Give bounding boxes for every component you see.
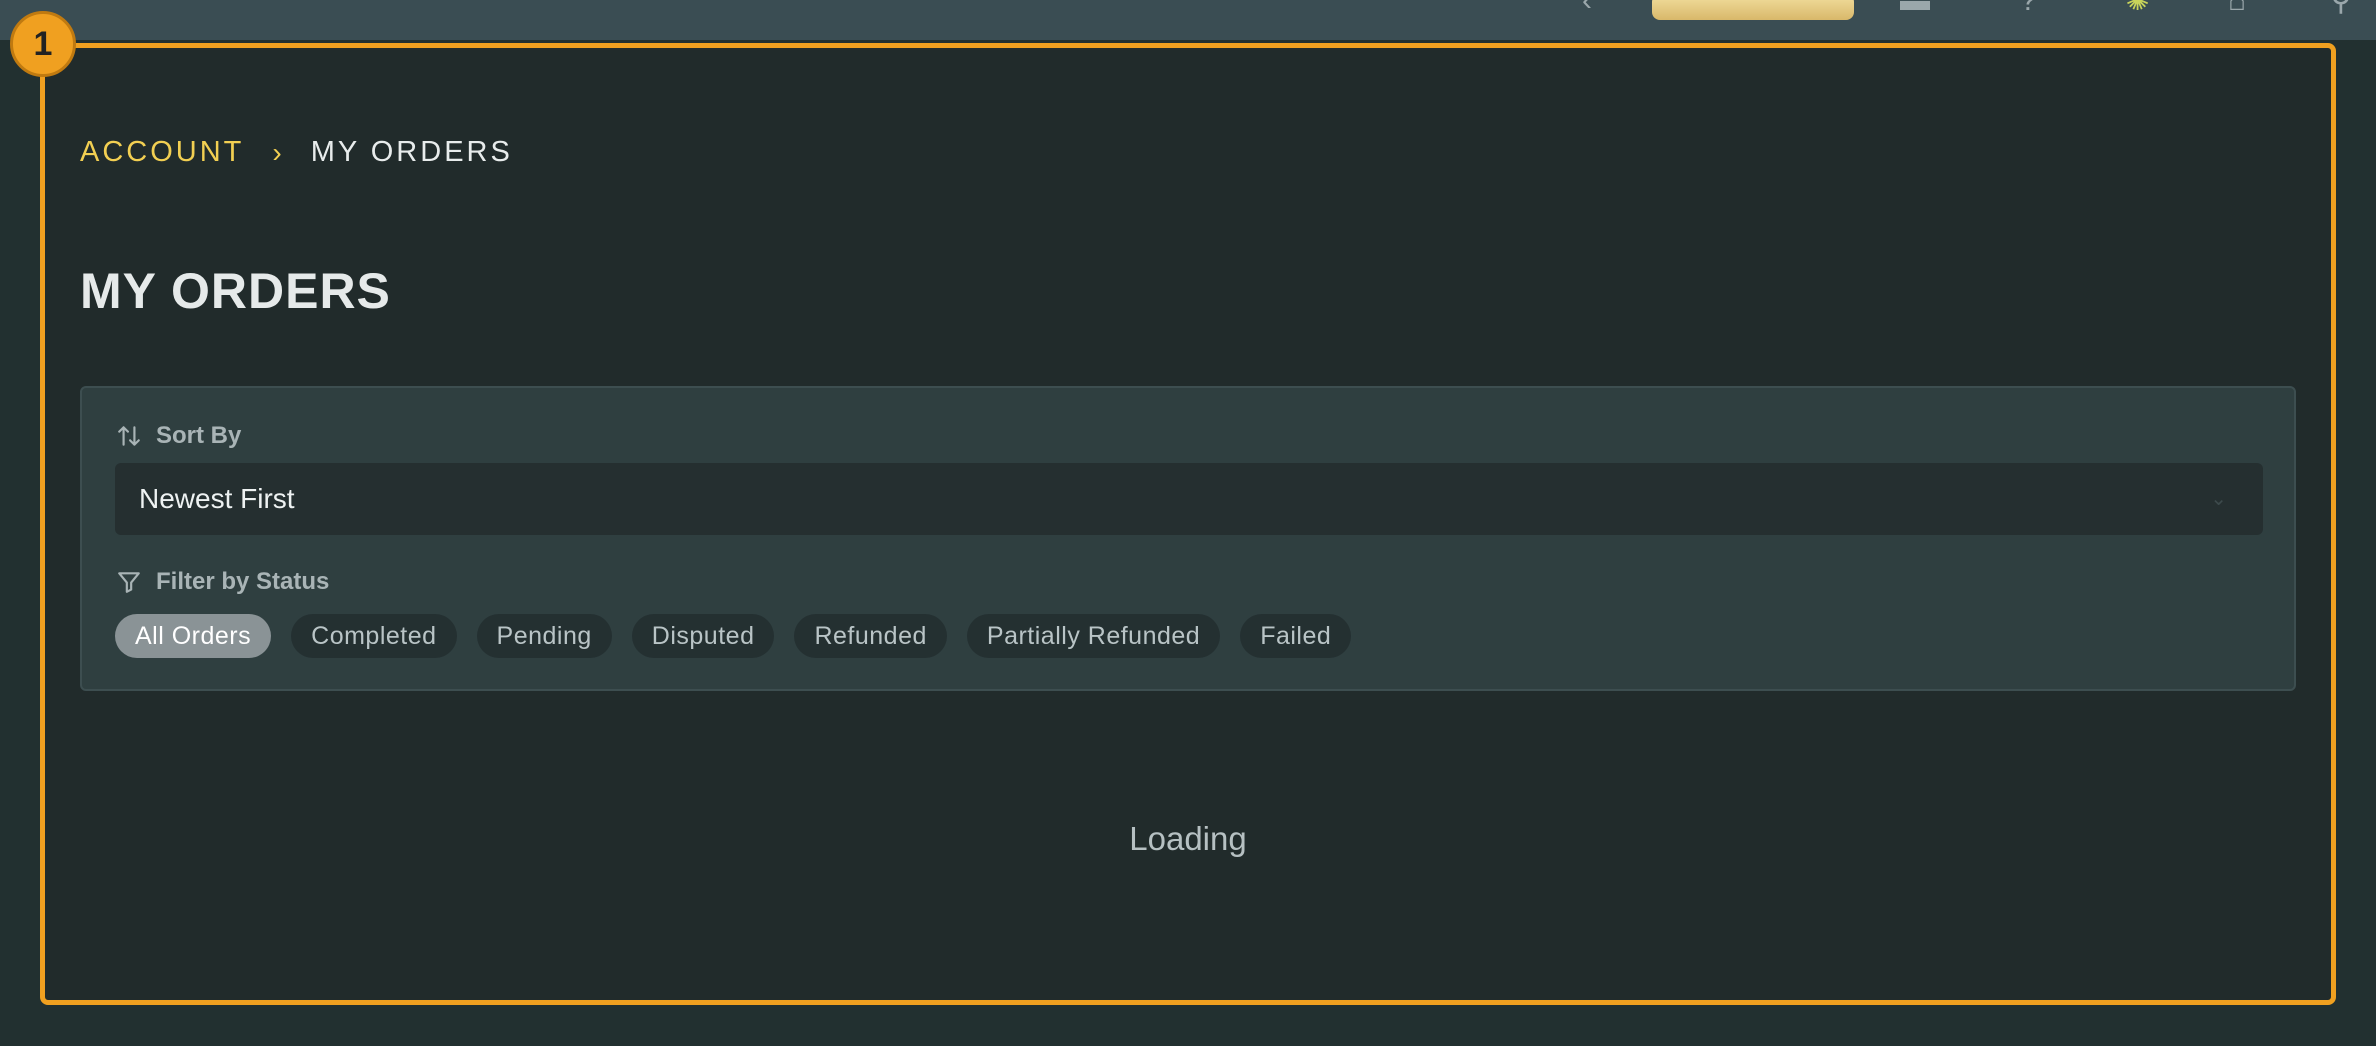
- page-title: MY ORDERS: [80, 263, 391, 319]
- chip-completed[interactable]: Completed: [291, 614, 457, 658]
- order-filter-panel: Sort By Newest First ⌄ Filter by Status …: [80, 386, 2296, 691]
- back-chevron-icon[interactable]: ‹: [1582, 0, 1592, 16]
- grid-icon[interactable]: ▬: [1900, 0, 1930, 16]
- chevron-down-icon: ⌄: [2210, 488, 2227, 510]
- cart-icon[interactable]: ⚲: [2330, 0, 2352, 16]
- status-filter-chips: All Orders Completed Pending Disputed Re…: [115, 614, 1352, 658]
- chip-all-orders[interactable]: All Orders: [115, 614, 272, 658]
- breadcrumb-current: MY ORDERS: [310, 136, 513, 168]
- filter-by-status-label-text: Filter by Status: [156, 568, 330, 595]
- sort-by-label-text: Sort By: [156, 422, 242, 449]
- top-nav-bar: ‹ ▬ ? ✺ ⌂ ⚲: [0, 0, 2376, 40]
- chip-partially-refunded[interactable]: Partially Refunded: [966, 614, 1221, 658]
- step-marker: 1: [10, 11, 76, 77]
- breadcrumb: ACCOUNT › MY ORDERS: [80, 136, 513, 169]
- sun-icon[interactable]: ✺: [2125, 0, 2150, 16]
- chip-failed[interactable]: Failed: [1240, 614, 1352, 658]
- breadcrumb-account-link[interactable]: ACCOUNT: [80, 136, 244, 169]
- chip-refunded[interactable]: Refunded: [794, 614, 947, 658]
- help-icon[interactable]: ?: [2020, 0, 2037, 16]
- sort-by-label: Sort By: [116, 422, 241, 450]
- chevron-right-icon: ›: [272, 136, 285, 168]
- bell-icon[interactable]: ⌂: [2228, 0, 2246, 16]
- sort-arrows-icon: [118, 426, 140, 446]
- funnel-icon: [118, 572, 140, 593]
- sort-by-select[interactable]: Newest First ⌄: [115, 463, 2263, 535]
- sort-by-selected-value: Newest First: [139, 483, 295, 514]
- filter-by-status-label: Filter by Status: [116, 568, 329, 596]
- loading-indicator: Loading: [1129, 820, 1247, 857]
- chip-pending[interactable]: Pending: [476, 614, 612, 658]
- nav-highlight-button[interactable]: [1652, 0, 1854, 20]
- chip-disputed[interactable]: Disputed: [631, 614, 775, 658]
